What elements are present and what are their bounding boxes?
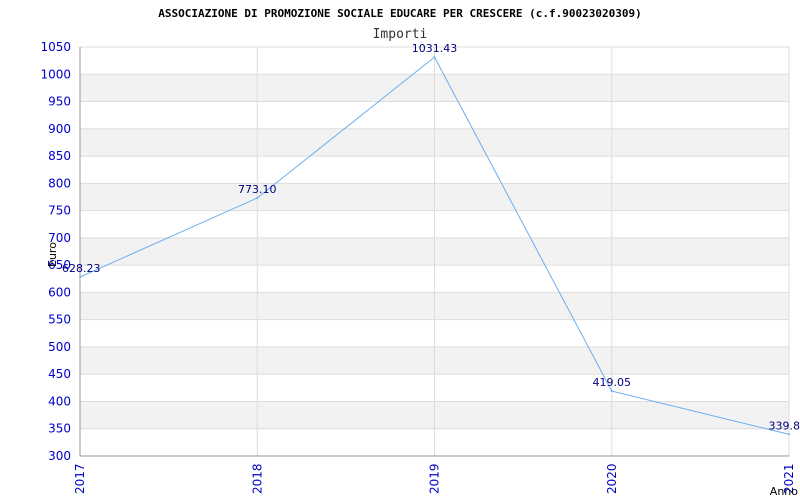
line-chart: ASSOCIAZIONE DI PROMOZIONE SOCIALE EDUCA… (40, 7, 800, 498)
y-tick-label: 1000 (40, 67, 71, 81)
data-point (610, 390, 613, 393)
y-tick-label: 950 (48, 95, 71, 109)
y-tick-label: 450 (48, 367, 71, 381)
y-tick-label: 300 (48, 449, 71, 463)
chart-subtitle: Importi (373, 27, 428, 42)
x-axis-ticks: 2017 2018 2019 2020 2021 (73, 463, 796, 494)
y-tick-label: 350 (48, 422, 71, 436)
y-tick-label: 600 (48, 285, 71, 299)
y-tick-label: 500 (48, 340, 71, 354)
y-axis-label: Euro (46, 242, 59, 267)
y-tick-label: 850 (48, 149, 71, 163)
y-tick-label: 750 (48, 204, 71, 218)
data-label: 773.10 (238, 183, 277, 196)
y-tick-label: 400 (48, 394, 71, 408)
x-axis-label: Anno (770, 485, 798, 498)
y-tick-label: 900 (48, 122, 71, 136)
x-tick-label: 2019 (428, 463, 442, 494)
x-tick-label: 2018 (250, 463, 264, 494)
x-tick-label: 2020 (605, 463, 619, 494)
y-tick-label: 550 (48, 313, 71, 327)
chart-title: ASSOCIAZIONE DI PROMOZIONE SOCIALE EDUCA… (158, 7, 641, 20)
data-label: 1031.43 (412, 42, 458, 55)
data-point (256, 197, 259, 200)
x-tick-label: 2017 (73, 463, 87, 494)
data-point (79, 276, 81, 279)
y-tick-label: 1050 (40, 40, 71, 54)
data-point (433, 56, 436, 59)
data-label: 628.23 (62, 262, 101, 275)
data-point (788, 433, 790, 436)
data-label: 339.8 (769, 419, 800, 432)
data-label: 419.05 (593, 376, 632, 389)
y-tick-label: 800 (48, 176, 71, 190)
